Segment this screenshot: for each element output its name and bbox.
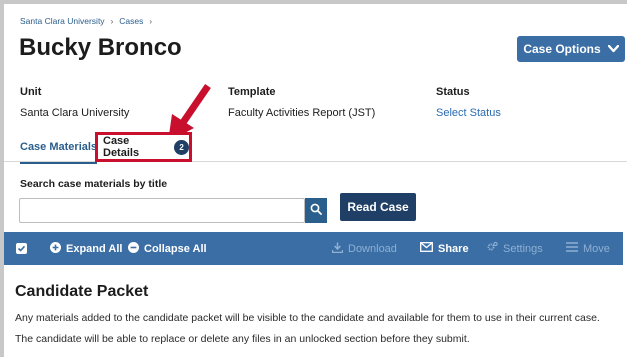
list-icon <box>566 242 578 255</box>
status-select-link[interactable]: Select Status <box>436 107 501 119</box>
envelope-icon <box>420 242 433 255</box>
case-options-button[interactable]: Case Options <box>517 36 625 62</box>
gear-icon <box>486 241 498 256</box>
count-badge: 2 <box>174 139 189 155</box>
chevron-down-icon <box>607 42 619 56</box>
candidate-packet-heading: Candidate Packet <box>15 283 149 300</box>
search-button[interactable] <box>305 198 327 223</box>
expand-all-button[interactable]: Expand All <box>50 232 122 265</box>
share-label: Share <box>438 242 469 255</box>
settings-label: Settings <box>503 242 543 255</box>
minus-circle-icon <box>128 241 139 256</box>
breadcrumb-link-cases[interactable]: Cases <box>119 16 143 26</box>
collapse-all-button[interactable]: Collapse All <box>128 232 207 265</box>
share-button[interactable]: Share <box>420 232 469 265</box>
breadcrumb-separator: › <box>110 16 114 26</box>
move-label: Move <box>583 242 610 255</box>
tab-bar: Case Materials Case Details 2 <box>4 132 627 164</box>
download-icon <box>331 242 344 256</box>
status-label: Status <box>436 86 470 98</box>
template-value: Faculty Activities Report (JST) <box>228 107 376 119</box>
unit-value: Santa Clara University <box>20 107 130 119</box>
template-label: Template <box>228 86 276 98</box>
tab-case-materials[interactable]: Case Materials <box>20 141 98 164</box>
download-button[interactable]: Download <box>331 232 397 265</box>
page-title: Bucky Bronco <box>19 34 182 61</box>
move-button[interactable]: Move <box>566 232 610 265</box>
page: Santa Clara University › Cases › Bucky B… <box>4 4 627 357</box>
breadcrumb-separator: › <box>149 16 152 26</box>
expand-all-label: Expand All <box>66 242 123 255</box>
download-label: Download <box>348 242 397 255</box>
tab-case-details-label: Case Details <box>103 135 140 159</box>
search-label: Search case materials by title <box>20 178 168 190</box>
checkbox-icon <box>16 243 27 254</box>
breadcrumb: Santa Clara University › Cases › <box>20 16 152 26</box>
search-input[interactable] <box>19 198 305 223</box>
case-options-label: Case Options <box>523 42 601 56</box>
breadcrumb-link-university[interactable]: Santa Clara University <box>20 16 105 26</box>
unit-label: Unit <box>20 86 42 98</box>
select-all-checkbox[interactable] <box>16 232 27 265</box>
collapse-all-label: Collapse All <box>144 242 207 255</box>
tab-case-details[interactable]: Case Details 2 <box>95 132 192 162</box>
plus-circle-icon <box>50 241 61 256</box>
read-case-button[interactable]: Read Case <box>340 193 416 221</box>
search-icon <box>310 202 322 220</box>
materials-toolbar: Expand All Collapse All Download Share S… <box>4 232 623 265</box>
candidate-packet-description: Any materials added to the candidate pac… <box>15 312 600 345</box>
settings-button[interactable]: Settings <box>486 232 543 265</box>
